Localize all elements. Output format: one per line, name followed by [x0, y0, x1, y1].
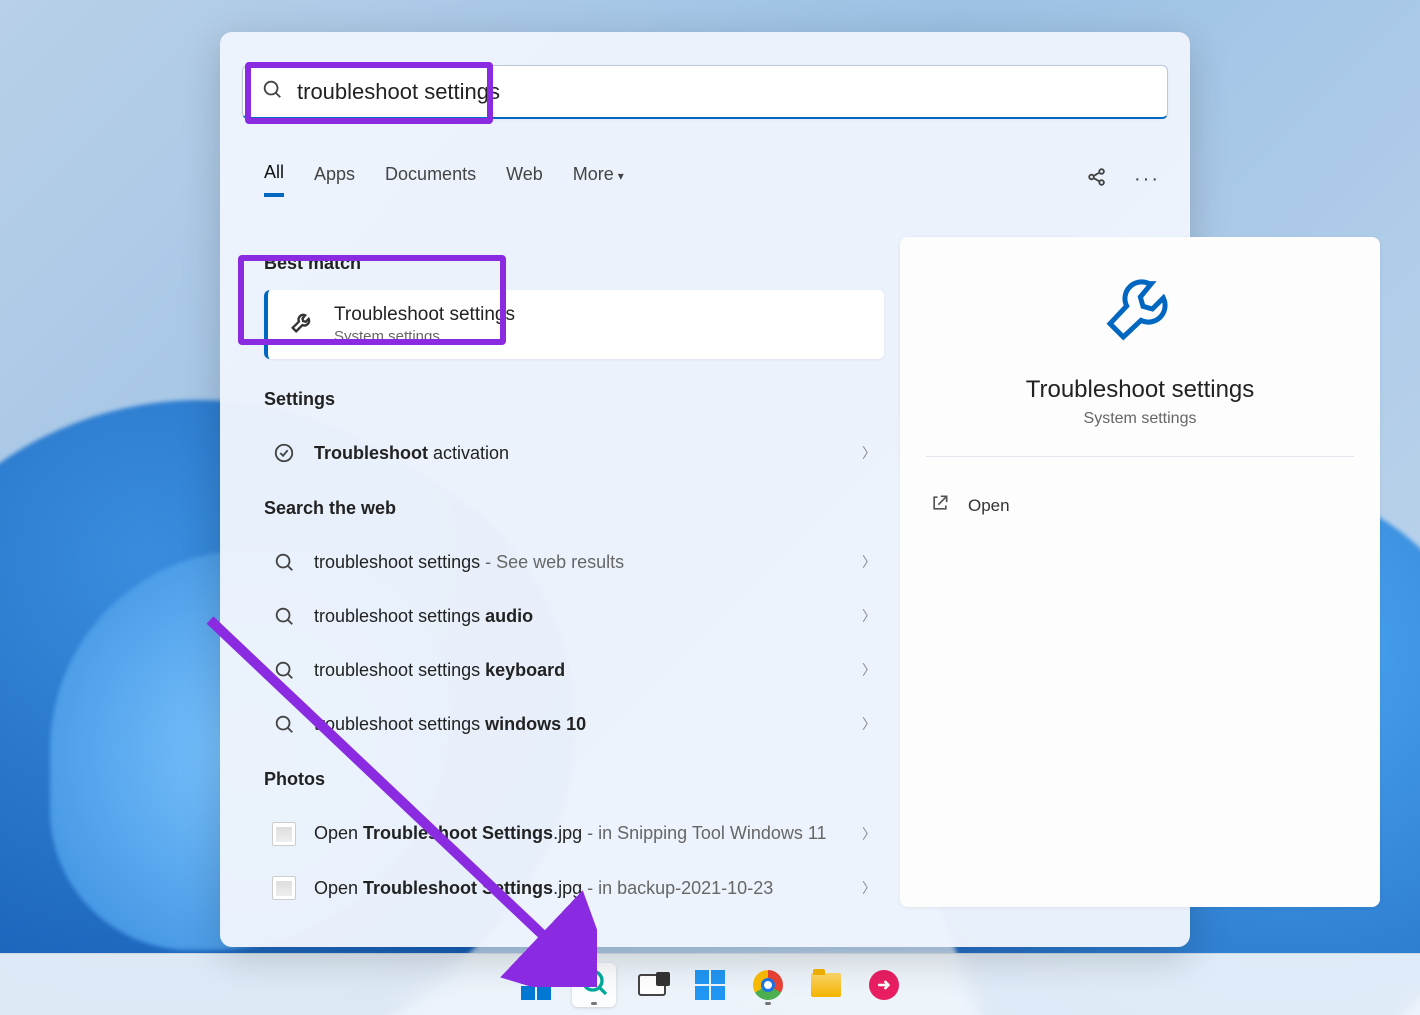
web-result[interactable]: troubleshoot settings audio 〉	[264, 589, 884, 643]
chevron-right-icon: 〉	[862, 552, 876, 572]
web-result-text: troubleshoot settings - See web results	[314, 549, 844, 575]
web-result-text: troubleshoot settings windows 10	[314, 711, 844, 737]
section-settings: Settings	[264, 389, 884, 410]
share-icon[interactable]	[1086, 166, 1108, 193]
web-result-text: troubleshoot settings audio	[314, 603, 844, 629]
photo-result[interactable]: Open Troubleshoot Settings.jpg - in Snip…	[264, 806, 884, 860]
open-action[interactable]: Open	[926, 485, 1354, 526]
start-button[interactable]	[514, 963, 558, 1007]
image-thumb-icon	[272, 876, 296, 900]
preview-title: Troubleshoot settings	[1026, 376, 1255, 404]
best-match-subtitle: System settings	[334, 328, 515, 345]
section-search-web: Search the web	[264, 498, 884, 519]
search-icon	[272, 551, 296, 573]
image-thumb-icon	[272, 822, 296, 846]
preview-pane: Troubleshoot settings System settings Op…	[900, 237, 1380, 907]
best-match-result[interactable]: Troubleshoot settings System settings	[264, 290, 884, 359]
check-circle-icon	[272, 442, 296, 464]
section-photos: Photos	[264, 769, 884, 790]
tab-more[interactable]: More▾	[573, 164, 624, 195]
search-tabs: All Apps Documents Web More▾ ···	[264, 162, 1160, 197]
photo-result-text: Open Troubleshoot Settings.jpg - in Snip…	[314, 820, 844, 846]
search-input[interactable]	[297, 79, 1149, 105]
divider	[926, 456, 1354, 457]
search-icon	[272, 713, 296, 735]
file-explorer-icon[interactable]	[804, 963, 848, 1007]
chrome-app-icon[interactable]	[746, 963, 790, 1007]
open-external-icon	[930, 493, 950, 518]
task-view-button[interactable]	[630, 963, 674, 1007]
settings-result-text: Troubleshoot activation	[314, 440, 844, 466]
open-label: Open	[968, 496, 1010, 516]
results-column: Best match Troubleshoot settings System …	[264, 237, 884, 915]
chevron-right-icon: 〉	[862, 443, 876, 463]
web-result-text: troubleshoot settings keyboard	[314, 657, 844, 683]
web-result[interactable]: troubleshoot settings windows 10 〉	[264, 697, 884, 751]
best-match-title: Troubleshoot settings	[334, 304, 515, 326]
taskbar: ➜	[0, 953, 1420, 1015]
search-icon	[272, 659, 296, 681]
wrench-icon	[1100, 267, 1180, 352]
taskbar-search-button[interactable]	[572, 963, 616, 1007]
search-icon	[272, 605, 296, 627]
preview-subtitle: System settings	[1084, 410, 1197, 428]
tab-apps[interactable]: Apps	[314, 164, 355, 195]
tab-web[interactable]: Web	[506, 164, 543, 195]
chevron-right-icon: 〉	[862, 660, 876, 680]
chevron-right-icon: 〉	[862, 878, 876, 898]
wrench-icon	[288, 308, 316, 341]
section-best-match: Best match	[264, 253, 884, 274]
widgets-button[interactable]	[688, 963, 732, 1007]
search-icon	[261, 78, 283, 105]
chevron-right-icon: 〉	[862, 714, 876, 734]
chevron-right-icon: 〉	[862, 824, 876, 844]
pinned-app-icon[interactable]: ➜	[862, 963, 906, 1007]
web-result[interactable]: troubleshoot settings keyboard 〉	[264, 643, 884, 697]
chevron-down-icon: ▾	[618, 169, 624, 183]
chevron-right-icon: 〉	[862, 606, 876, 626]
photo-result[interactable]: Open Troubleshoot Settings.jpg - in back…	[264, 861, 884, 915]
search-box-wrap	[242, 65, 1168, 119]
tab-all[interactable]: All	[264, 162, 284, 197]
photo-result-text: Open Troubleshoot Settings.jpg - in back…	[314, 875, 844, 901]
start-search-panel: All Apps Documents Web More▾ ··· Best ma…	[220, 32, 1190, 947]
tab-documents[interactable]: Documents	[385, 164, 476, 195]
more-icon[interactable]: ···	[1134, 168, 1160, 191]
web-result[interactable]: troubleshoot settings - See web results …	[264, 535, 884, 589]
search-box[interactable]	[242, 65, 1168, 119]
settings-result[interactable]: Troubleshoot activation 〉	[264, 426, 884, 480]
